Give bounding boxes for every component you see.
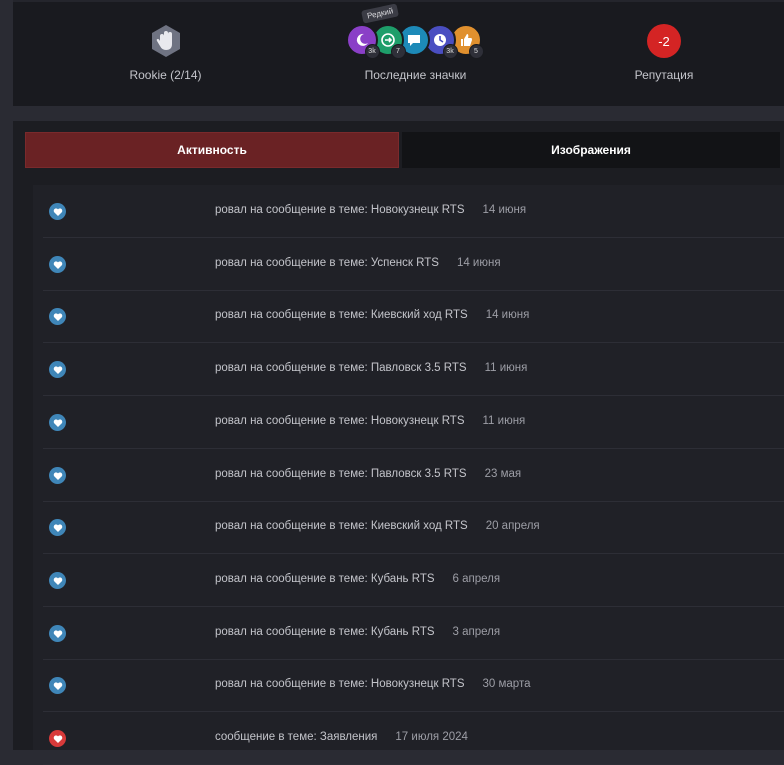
activity-date: 17 июля 2024 bbox=[395, 731, 468, 743]
heart-icon bbox=[49, 414, 66, 431]
profile-tabs: Активность Изображения bbox=[25, 132, 780, 168]
activity-description[interactable]: ровал на сообщение в теме: Павловск 3.5 … bbox=[215, 468, 467, 480]
activity-date: 11 июня bbox=[484, 362, 528, 374]
rank-stat[interactable]: Rookie (2/14) bbox=[103, 24, 228, 82]
activity-date: 3 апреля bbox=[452, 626, 501, 638]
badge-count: 7 bbox=[390, 44, 406, 59]
activity-row[interactable]: ровал на сообщение в теме: Успенск RTS 14… bbox=[33, 238, 784, 291]
activity-description[interactable]: ровал на сообщение в теме: Новокузнецк R… bbox=[215, 204, 465, 216]
activity-date: 14 июня bbox=[485, 309, 530, 321]
tab-activity[interactable]: Активность bbox=[25, 132, 399, 168]
heart-icon bbox=[49, 361, 66, 378]
profile-stats-card: Rookie (2/14) 3k 7 3k 5 Редкий Последние зна… bbox=[13, 0, 784, 106]
heart-icon bbox=[49, 572, 66, 589]
heart-icon bbox=[49, 677, 66, 694]
badge-count: 3k bbox=[442, 44, 458, 59]
activity-text[interactable]: ровал на сообщение в теме: Новокузнецк R… bbox=[215, 204, 526, 216]
activity-text[interactable]: ровал на сообщение в теме: Павловск 3.5 … bbox=[215, 468, 521, 480]
activity-text[interactable]: ровал на сообщение в теме: Кубань RTS 3 а… bbox=[215, 626, 500, 638]
activity-text[interactable]: ровал на сообщение в теме: Успенск RTS 14… bbox=[215, 257, 501, 269]
activity-date: 14 июня bbox=[482, 204, 527, 216]
activity-row[interactable]: ровал на сообщение в теме: Кубань RTS 6 а… bbox=[33, 554, 784, 607]
activity-description[interactable]: ровал на сообщение в теме: Кубань RTS bbox=[215, 573, 435, 585]
activity-row[interactable]: сообщение в теме: Заявления 17 июля 2024 bbox=[33, 712, 784, 765]
chat-badge-icon bbox=[406, 32, 422, 48]
activity-row[interactable]: ровал на сообщение в теме: Павловск 3.5 … bbox=[33, 343, 784, 396]
activity-description[interactable]: ровал на сообщение в теме: Новокузнецк R… bbox=[215, 415, 465, 427]
activity-description[interactable]: ровал на сообщение в теме: Киевский ход … bbox=[215, 309, 468, 321]
recent-badges-label: Последние значки bbox=[364, 68, 467, 82]
activity-row[interactable]: ровал на сообщение в теме: Киевский ход … bbox=[33, 290, 784, 343]
heart-icon bbox=[49, 256, 66, 273]
activity-row[interactable]: ровал на сообщение в теме: Киевский ход … bbox=[33, 501, 784, 554]
activity-date: 20 апреля bbox=[485, 520, 540, 532]
heart-icon bbox=[49, 519, 66, 536]
activity-date: 14 июня bbox=[456, 257, 501, 269]
activity-row[interactable]: ровал на сообщение в теме: Кубань RTS 3 а… bbox=[33, 607, 784, 660]
activity-date: 6 апреля bbox=[452, 573, 501, 585]
activity-text[interactable]: ровал на сообщение в теме: Новокузнецк R… bbox=[215, 415, 525, 427]
heart-icon bbox=[49, 730, 66, 747]
reputation-stat: -2 Репутация bbox=[603, 24, 725, 82]
activity-description[interactable]: сообщение в теме: Заявления bbox=[215, 731, 377, 743]
rank-label: Rookie (2/14) bbox=[129, 68, 202, 82]
activity-text[interactable]: ровал на сообщение в теме: Киевский ход … bbox=[215, 520, 540, 532]
activity-text[interactable]: ровал на сообщение в теме: Новокузнецк R… bbox=[215, 678, 530, 690]
heart-icon bbox=[49, 203, 66, 220]
reputation-label: Репутация bbox=[634, 68, 694, 82]
activity-list: ровал на сообщение в теме: Новокузнецк R… bbox=[33, 185, 784, 765]
activity-description[interactable]: ровал на сообщение в теме: Павловск 3.5 … bbox=[215, 362, 467, 374]
activity-description[interactable]: ровал на сообщение в теме: Новокузнецк R… bbox=[215, 678, 465, 690]
recent-badges-row: 3k 7 3k 5 Редкий bbox=[345, 3, 486, 59]
activity-description[interactable]: ровал на сообщение в теме: Кубань RTS bbox=[215, 626, 435, 638]
activity-text[interactable]: ровал на сообщение в теме: Павловск 3.5 … bbox=[215, 362, 527, 374]
activity-row[interactable]: ровал на сообщение в теме: Новокузнецк R… bbox=[33, 396, 784, 449]
badge-count: 3k bbox=[364, 44, 380, 59]
recent-badges-stat: 3k 7 3k 5 Редкий Последние значки bbox=[333, 3, 498, 82]
activity-text[interactable]: ровал на сообщение в теме: Кубань RTS 6 а… bbox=[215, 573, 500, 585]
activity-row[interactable]: ровал на сообщение в теме: Павловск 3.5 … bbox=[33, 449, 784, 502]
badge-tooltip: Редкий bbox=[360, 3, 399, 24]
badge-moon[interactable]: 3k bbox=[345, 24, 380, 59]
tab-images[interactable]: Изображения bbox=[402, 132, 780, 168]
badge-count: 5 bbox=[468, 44, 484, 59]
activity-text[interactable]: ровал на сообщение в теме: Киевский ход … bbox=[215, 309, 529, 321]
activity-date: 30 марта bbox=[482, 678, 531, 690]
activity-date: 23 мая bbox=[484, 468, 522, 480]
activity-description[interactable]: ровал на сообщение в теме: Успенск RTS bbox=[215, 257, 439, 269]
activity-date: 11 июня bbox=[482, 415, 526, 427]
activity-row[interactable]: ровал на сообщение в теме: Новокузнецк R… bbox=[33, 659, 784, 712]
heart-icon bbox=[49, 308, 66, 325]
activity-panel: Активность Изображения ровал на сообщени… bbox=[13, 121, 784, 765]
activity-row[interactable]: ровал на сообщение в теме: Новокузнецк R… bbox=[33, 185, 784, 238]
heart-icon bbox=[49, 625, 66, 642]
activity-description[interactable]: ровал на сообщение в теме: Киевский ход … bbox=[215, 520, 468, 532]
heart-icon bbox=[49, 467, 66, 484]
rank-hand-icon bbox=[151, 25, 180, 57]
reputation-value: -2 bbox=[647, 24, 681, 58]
activity-text[interactable]: сообщение в теме: Заявления 17 июля 2024 bbox=[215, 731, 468, 743]
